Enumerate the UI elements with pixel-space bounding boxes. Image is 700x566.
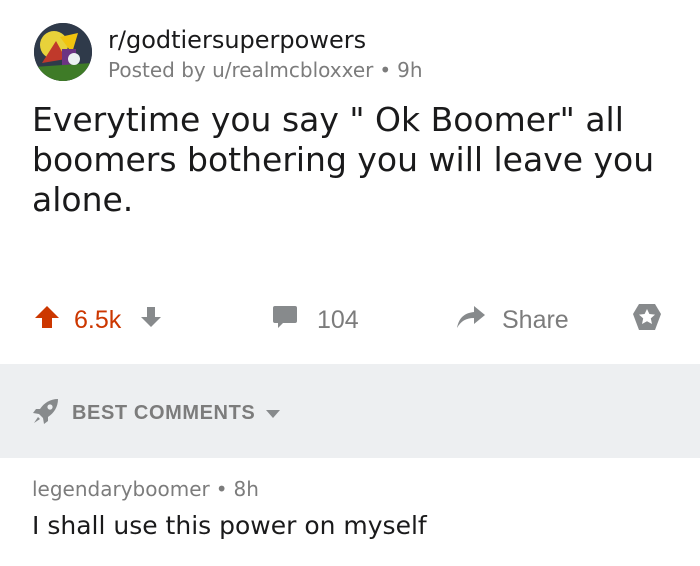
award-star-icon	[630, 300, 664, 341]
vote-group: 6.5k	[34, 290, 163, 350]
share-button[interactable]: Share	[456, 290, 569, 350]
vote-score: 6.5k	[74, 305, 122, 334]
chevron-down-icon	[265, 404, 281, 423]
share-label: Share	[502, 305, 569, 334]
post-meta: Posted by u/realmcbloxxer • 9h	[108, 57, 423, 83]
upvote-arrow-icon[interactable]	[34, 304, 60, 337]
comment: legendaryboomer • 8h I shall use this powe…	[32, 474, 672, 542]
comments-sort-bar: BEST COMMENTS	[0, 364, 700, 458]
comment-bubble-icon	[271, 303, 299, 338]
rocket-icon	[32, 397, 60, 429]
comment-age: 8h	[233, 477, 259, 501]
downvote-arrow-icon[interactable]	[139, 305, 163, 336]
comment-meta-separator: •	[215, 477, 228, 501]
post-action-bar: 6.5k 104 Share	[0, 290, 700, 350]
subreddit-name[interactable]: r/godtiersuperpowers	[108, 25, 366, 55]
comments-button[interactable]: 104	[271, 290, 359, 350]
subreddit-avatar[interactable]	[34, 23, 92, 81]
comment-count: 104	[317, 305, 359, 334]
posted-by[interactable]: Posted by u/realmcbloxxer	[108, 58, 373, 82]
post-header: r/godtiersuperpowers Posted by u/realmcb…	[34, 23, 654, 83]
avatar-image	[34, 23, 92, 81]
share-arrow-icon	[456, 304, 486, 337]
comment-author[interactable]: legendaryboomer	[32, 477, 210, 501]
meta-separator: •	[379, 58, 392, 82]
comment-body: I shall use this power on myself	[32, 511, 427, 540]
sort-label: BEST COMMENTS	[72, 401, 256, 424]
award-button[interactable]	[630, 290, 664, 350]
post-age: 9h	[397, 58, 423, 82]
sort-selector[interactable]: BEST COMMENTS	[32, 398, 281, 428]
comment-meta: legendaryboomer • 8h	[32, 474, 672, 504]
post-title[interactable]: Everytime you say " Ok Boomer" all boome…	[32, 100, 668, 220]
